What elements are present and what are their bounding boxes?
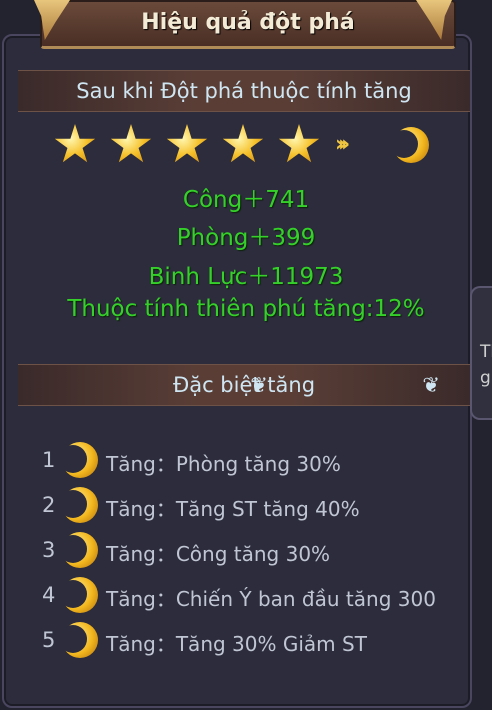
moon-icon <box>59 622 98 658</box>
section-title-attributes: Sau khi Đột phá thuộc tính tăng <box>76 79 412 103</box>
stat-attack: Công＋741 <box>182 187 310 213</box>
bonus-row: 2 Tăng：Tăng ST tăng 40% <box>42 485 442 525</box>
bonus-text: Tăng：Công tăng 30% <box>106 542 331 566</box>
moon-icon <box>59 577 98 613</box>
title-bar: Hiệu quả đột phá <box>40 0 456 49</box>
side-tab[interactable]: Th gi <box>470 286 492 420</box>
bonus-number: 2 <box>42 493 56 517</box>
bonus-number: 5 <box>42 628 56 652</box>
bonus-number: 3 <box>42 538 56 562</box>
section-title-special: Đặc biệt tăng <box>172 373 316 397</box>
bonus-text: Tăng：Chiến Ý ban đầu tăng 300 <box>106 587 436 611</box>
moon-icon <box>59 442 98 478</box>
bonus-number: 1 <box>42 448 56 472</box>
section-header-attributes: Sau khi Đột phá thuộc tính tăng <box>18 70 470 112</box>
bonus-row: 3 Tăng：Công tăng 30% <box>42 530 442 570</box>
section-header-special: ❦ Đặc biệt tăng ❦ <box>18 364 470 406</box>
bonus-text: Tăng：Tăng 30% Giảm ST <box>106 632 367 656</box>
moon-icon <box>59 532 98 568</box>
side-tab-label: gi <box>480 368 492 388</box>
moon-icon <box>390 127 429 163</box>
bonus-row: 5 Tăng：Tăng 30% Giảm ST <box>42 620 442 660</box>
bonus-text: Tăng：Phòng tăng 30% <box>106 452 341 476</box>
moon-icon <box>59 487 98 523</box>
bonus-text: Tăng：Tăng ST tăng 40% <box>106 497 360 521</box>
dialog-title: Hiệu quả đột phá <box>141 10 355 35</box>
bonus-number: 4 <box>42 583 56 607</box>
arrow-right-icon: ››› <box>335 132 350 157</box>
bonus-row: 4 Tăng：Chiến Ý ban đầu tăng 300 <box>42 575 442 615</box>
stat-defense: Phòng＋399 <box>176 225 316 251</box>
swirl-icon: ❦ <box>422 373 440 397</box>
stat-talent: Thuộc tính thiên phú tăng:12% <box>67 296 425 322</box>
side-tab-label: Th <box>480 342 492 362</box>
bonus-row: 1 Tăng：Phòng tăng 30% <box>42 440 442 480</box>
stat-troops: Binh Lực＋11973 <box>148 264 344 290</box>
